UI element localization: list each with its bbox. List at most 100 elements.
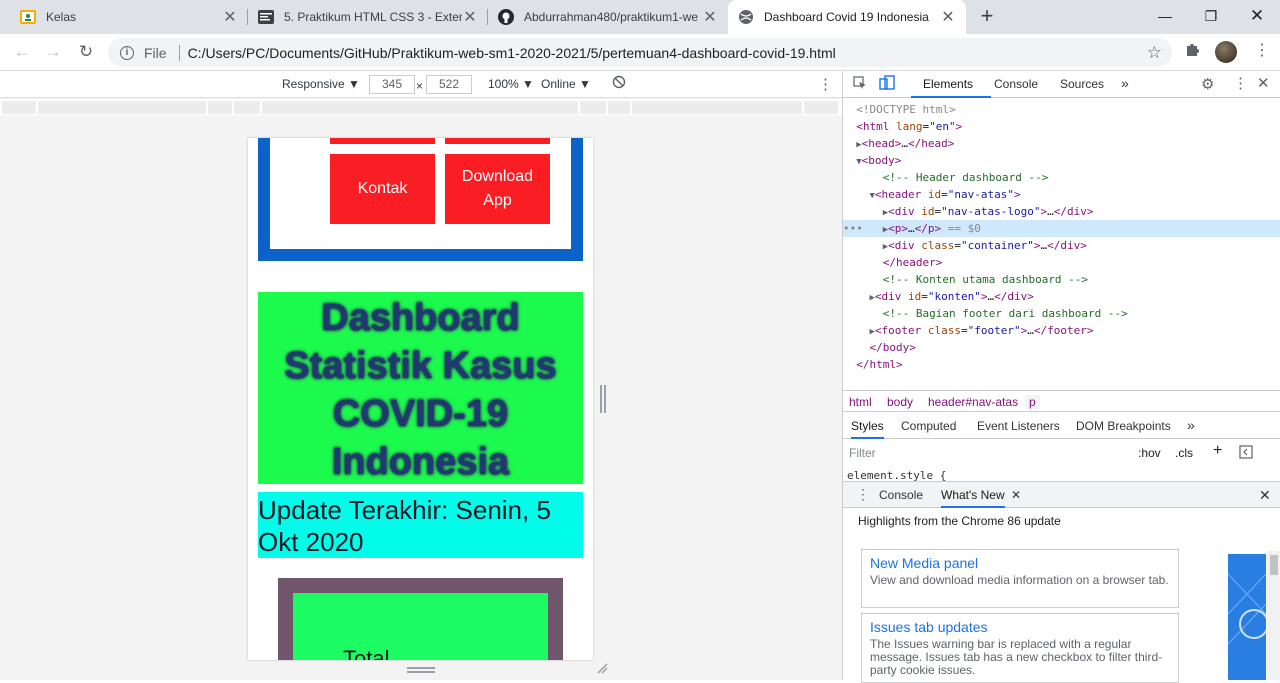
tab-dashboard[interactable]: Dashboard Covid 19 Indonesia ✕ — [728, 0, 966, 34]
media-query-segment[interactable] — [804, 101, 840, 114]
nav-atas: Kontak Download App — [258, 138, 583, 261]
minimize-icon[interactable]: — — [1142, 0, 1188, 32]
dom-line[interactable]: <html lang="en"> — [843, 118, 1280, 135]
nav-kontak[interactable]: Kontak — [330, 154, 435, 224]
nav-download-app[interactable]: Download App — [445, 154, 550, 224]
breadcrumb-p[interactable]: p — [1025, 395, 1040, 409]
close-devtools-icon[interactable]: ✕ — [1257, 74, 1270, 92]
dom-line[interactable]: <!DOCTYPE html> — [843, 101, 1280, 118]
scrollbar-thumb[interactable] — [1270, 555, 1278, 575]
dom-line[interactable]: ▶<div id="nav-atas-logo">…</div> — [843, 203, 1280, 220]
close-tab-icon[interactable]: ✕ — [702, 7, 718, 27]
tab-console[interactable]: Console — [994, 77, 1038, 91]
close-tab-icon[interactable]: ✕ — [222, 7, 238, 27]
forward-icon[interactable]: → — [41, 40, 65, 64]
devtools-menu-icon[interactable]: ⋮ — [1233, 74, 1248, 92]
tab-dom-breakpoints[interactable]: DOM Breakpoints — [1076, 419, 1171, 433]
media-query-segment[interactable] — [2, 101, 38, 114]
dom-line[interactable]: ▶<div class="container">…</div> — [843, 237, 1280, 254]
tab-praktikum[interactable]: 5. Praktikum HTML CSS 3 - Extern ✕ — [248, 0, 488, 34]
width-input[interactable]: 345 — [369, 75, 415, 94]
media-query-segment[interactable] — [580, 101, 608, 114]
breadcrumb-header[interactable]: header#nav-atas — [928, 395, 1018, 409]
network-select[interactable]: Online ▼ — [541, 77, 591, 91]
times-sign: × — [416, 79, 424, 93]
close-drawer-icon[interactable]: ✕ — [1259, 487, 1271, 504]
dom-line[interactable]: </body> — [843, 339, 1280, 356]
drawer-tab-console[interactable]: Console — [879, 488, 923, 502]
media-query-segment[interactable] — [208, 101, 234, 114]
hov-toggle[interactable]: :hov — [1138, 446, 1161, 460]
add-rule-icon[interactable]: + — [1213, 442, 1222, 460]
sidebar-toggle-icon[interactable] — [1239, 445, 1253, 462]
tab-github[interactable]: Abdurrahman480/praktikum1-we ✕ — [488, 0, 728, 34]
chrome-menu-icon[interactable]: ⋮ — [1254, 40, 1270, 60]
dom-line[interactable]: <!-- Konten utama dashboard --> — [843, 271, 1280, 288]
cls-toggle[interactable]: .cls — [1175, 446, 1193, 460]
tab-kelas[interactable]: Kelas ✕ — [10, 0, 248, 34]
dom-line[interactable]: ▼<body> — [843, 152, 1280, 169]
whats-new-desc: View and download media information on a… — [870, 573, 1169, 587]
url-text[interactable]: C:/Users/PC/Documents/GitHub/Praktikum-w… — [188, 45, 836, 61]
reload-icon[interactable]: ↻ — [74, 40, 98, 64]
resize-handle-bottom[interactable] — [407, 667, 435, 673]
dom-line-selected[interactable]: ••• ▶<p>…</p> == $0 — [843, 220, 1280, 237]
more-tabs-icon[interactable]: » — [1121, 75, 1129, 91]
extensions-icon[interactable] — [1184, 42, 1200, 63]
dom-line[interactable]: ▶<footer class="footer">…</footer> — [843, 322, 1280, 339]
stat-card-label: Total — [343, 646, 390, 660]
scrollbar[interactable] — [1267, 551, 1280, 680]
dom-line[interactable]: ▼<header id="nav-atas"> — [843, 186, 1280, 203]
tab-sources[interactable]: Sources — [1060, 77, 1104, 91]
device-menu-icon[interactable]: ⋮ — [818, 75, 833, 93]
device-toggle-icon[interactable] — [879, 75, 895, 94]
rotate-icon[interactable] — [612, 75, 626, 92]
close-window-icon[interactable]: ✕ — [1234, 0, 1280, 32]
nav-tile[interactable] — [445, 138, 550, 144]
dom-line[interactable]: </html> — [843, 356, 1280, 373]
new-tab-icon[interactable]: + — [976, 5, 998, 27]
address-bar[interactable]: i File C:/Users/PC/Documents/GitHub/Prak… — [108, 38, 1172, 67]
close-tab-icon[interactable]: ✕ — [462, 7, 478, 27]
media-query-segment[interactable] — [632, 101, 804, 114]
devtools-tabs: Elements Console Sources » ⚙ ⋮ ✕ — [843, 71, 1280, 98]
bookmark-star-icon[interactable]: ☆ — [1147, 43, 1162, 63]
breadcrumb-html[interactable]: html — [849, 395, 872, 409]
drawer-menu-icon[interactable]: ⋮ — [856, 486, 870, 503]
device-select[interactable]: Responsive ▼ — [282, 77, 360, 91]
drawer-tab-whats-new[interactable]: What's New — [941, 488, 1005, 508]
close-tab-icon[interactable]: ✕ — [940, 7, 956, 27]
nav-tile[interactable] — [330, 138, 435, 144]
settings-gear-icon[interactable]: ⚙ — [1201, 75, 1214, 93]
avatar[interactable] — [1215, 41, 1237, 63]
dom-line[interactable]: <!-- Bagian footer dari dashboard --> — [843, 305, 1280, 322]
tab-styles[interactable]: Styles — [851, 419, 884, 439]
more-panels-icon[interactable]: » — [1187, 417, 1195, 433]
back-icon[interactable]: ← — [10, 40, 34, 64]
breadcrumb-body[interactable]: body — [887, 395, 913, 409]
close-whats-new-icon[interactable]: ✕ — [1011, 488, 1021, 502]
whats-new-title[interactable]: New Media panel — [870, 555, 1170, 571]
resize-handle-right[interactable] — [600, 385, 606, 413]
media-query-segment[interactable] — [38, 101, 208, 114]
media-query-segment[interactable] — [262, 101, 580, 114]
media-query-segment[interactable] — [608, 101, 632, 114]
inspect-icon[interactable] — [853, 76, 867, 93]
resize-corner-icon[interactable] — [596, 662, 608, 674]
tab-event-listeners[interactable]: Event Listeners — [977, 419, 1060, 433]
height-input[interactable]: 522 — [426, 75, 472, 94]
tab-computed[interactable]: Computed — [901, 419, 956, 433]
maximize-icon[interactable]: ❐ — [1188, 0, 1234, 32]
media-query-segment[interactable] — [234, 101, 262, 114]
info-icon[interactable]: i — [120, 45, 134, 60]
whats-new-title[interactable]: Issues tab updates — [870, 619, 1170, 635]
zoom-select[interactable]: 100% ▼ — [488, 77, 534, 91]
dom-line[interactable]: ▶<head>…</head> — [843, 135, 1280, 152]
filter-input[interactable]: Filter — [847, 443, 1127, 463]
dom-line[interactable]: ▶<div id="konten">…</div> — [843, 288, 1280, 305]
dom-line[interactable]: <!-- Header dashboard --> — [843, 169, 1280, 186]
tab-elements[interactable]: Elements — [923, 77, 973, 91]
whats-new-item[interactable]: Issues tab updates The Issues warning ba… — [861, 613, 1179, 683]
dom-line[interactable]: </header> — [843, 254, 1280, 271]
whats-new-item[interactable]: New Media panel View and download media … — [861, 549, 1179, 608]
